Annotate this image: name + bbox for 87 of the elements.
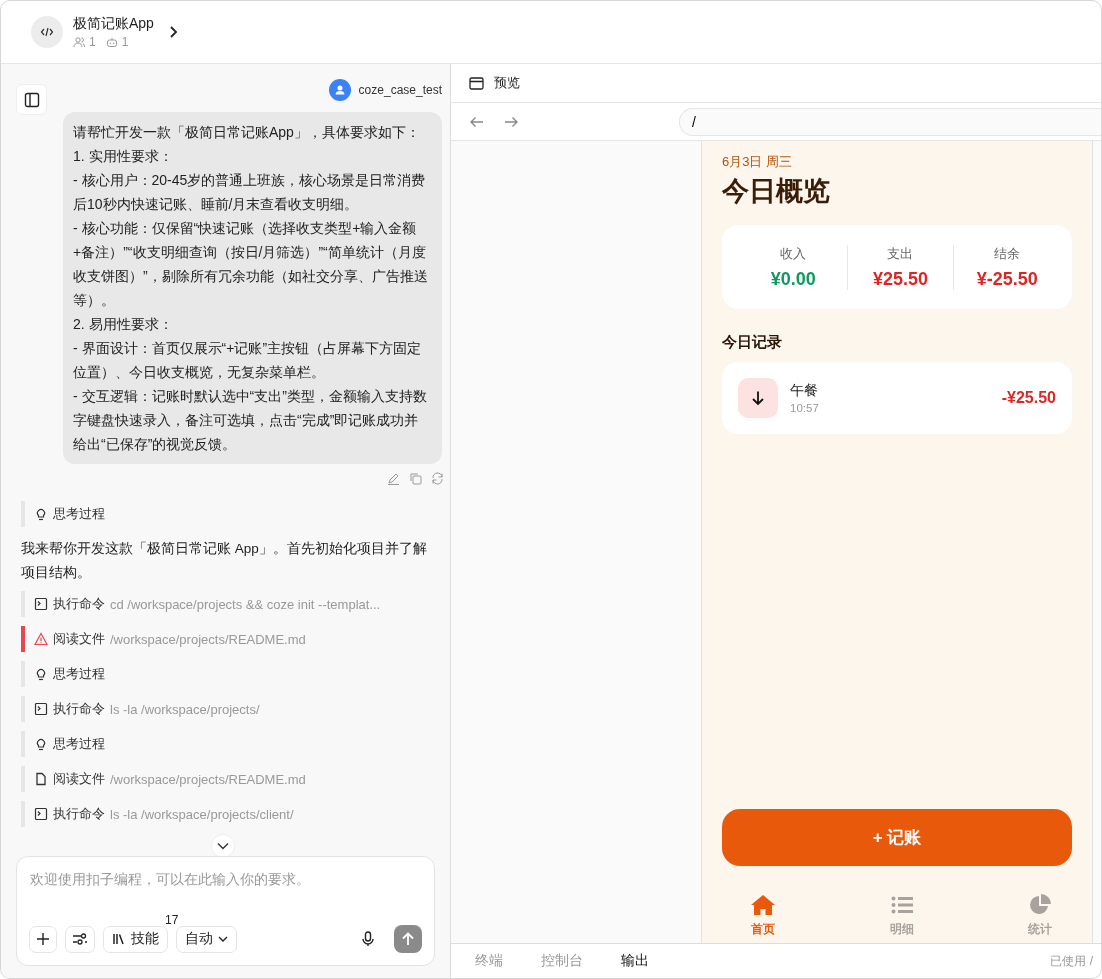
step-label: 阅读文件 [53, 630, 105, 648]
message-text: 1. 实用性要求： [73, 147, 174, 166]
step-detail: ls -la /workspace/projects/client/ [110, 806, 294, 822]
panel-tab[interactable]: 输出 [621, 952, 649, 970]
chevron-right-icon[interactable] [167, 25, 178, 39]
lightbulb-icon [34, 737, 48, 751]
microphone-icon[interactable] [362, 931, 374, 947]
step-item[interactable]: 思考过程 [21, 501, 430, 527]
scroll-down-button[interactable] [211, 834, 235, 858]
record-name: 午餐 [790, 382, 819, 400]
terminal-icon [34, 702, 48, 716]
message-text: 2. 易用性要求： [73, 315, 174, 334]
record-amount: -¥25.50 [1001, 389, 1056, 407]
reply-text: 我来帮你开发这款「极简日常记账 App」。首先初始化项目并了解项目结构。 [21, 540, 428, 582]
step-detail: /workspace/projects/README.md [110, 631, 306, 647]
record-time: 10:57 [790, 402, 820, 414]
step-label: 思考过程 [53, 665, 105, 683]
step-label: 执行命令 [53, 595, 105, 613]
terminal-icon [34, 807, 48, 821]
skills-button[interactable]: 技能 [103, 925, 168, 953]
lightbulb-icon [34, 667, 48, 681]
step-item[interactable]: 思考过程 [21, 661, 430, 687]
message-text: 请帮忙开发一款「极简日常记账App」，具体要求如下： [73, 123, 421, 142]
arrow-up-icon [401, 932, 415, 946]
browser-window-icon [469, 76, 484, 90]
step-item[interactable]: 执行命令 cd /workspace/projects && coze init --templat... [21, 591, 430, 617]
page-title: 今日概览 [722, 175, 831, 208]
step-item[interactable]: 思考过程 [21, 731, 430, 757]
step-item[interactable]: 阅读文件 /workspace/projects/README.md [21, 766, 430, 792]
step-label: 思考过程 [53, 735, 105, 753]
sliders-icon [72, 932, 88, 946]
people-icon [73, 36, 85, 48]
summary-label: 收入 [780, 244, 807, 263]
chat-input-field[interactable]: 欢迎使用扣子编程，可以在此输入你的要求。 技能 17 自动 [16, 856, 435, 966]
summary-value: ¥0.00 [770, 268, 816, 290]
step-label: 执行命令 [53, 700, 105, 718]
warning-icon [34, 632, 48, 646]
add-record-button[interactable]: + 记账 [722, 809, 1072, 866]
summary-label: 结余 [994, 244, 1021, 263]
step-item[interactable]: 执行命令 ls -la /workspace/projects/client/ [21, 801, 430, 827]
step-label: 阅读文件 [53, 770, 105, 788]
step-item[interactable]: 阅读文件 /workspace/projects/README.md [21, 626, 430, 652]
project-title: 极简记账App [73, 15, 154, 33]
plus-icon [36, 932, 50, 946]
sidebar-toggle-icon[interactable] [16, 84, 47, 115]
back-arrow-icon[interactable] [469, 115, 484, 128]
avatar-icon [328, 79, 351, 101]
send-button[interactable] [394, 925, 422, 953]
edit-icon[interactable] [387, 472, 400, 485]
message-text: - 界面设计：首页仅展示“+记账”主按钮（占屏幕下方固定位置）、今日收支概览，无复杂菜单栏。 [73, 339, 423, 382]
summary-value: ¥-25.50 [976, 268, 1038, 290]
message-text: - 核心功能：仅保留“快速记账（选择收支类型+输入金额+备注）”“收支明细查询（按日/月筛选）”“简单统计（月度收支饼图）”，剔除所有冗余功能（如社交分享、广告推送等）。 [73, 219, 429, 310]
terminal-icon [34, 597, 48, 611]
usage-text: 已使用 / [1050, 952, 1093, 970]
home-icon [750, 894, 776, 916]
step-detail: /workspace/projects/README.md [110, 771, 306, 787]
skills-count: 17 [165, 913, 179, 927]
member-count: 1 [89, 35, 96, 49]
message-text: - 核心用户：20-45岁的普通上班族，核心场景是日常消费后10秒内快速记账、睡前/月末查看收支明细。 [73, 171, 427, 214]
step-item[interactable]: 执行命令 ls -la /workspace/projects/ [21, 696, 430, 722]
books-icon [112, 932, 126, 946]
summary-value: ¥25.50 [872, 268, 928, 290]
forward-arrow-icon[interactable] [504, 115, 519, 128]
step-label: 思考过程 [53, 505, 105, 523]
step-label: 执行命令 [53, 805, 105, 823]
settings-button[interactable] [65, 925, 95, 953]
preview-tab[interactable]: 预览 [494, 74, 520, 92]
summary-label: 支出 [887, 244, 914, 263]
chevron-down-icon [217, 842, 229, 850]
pie-chart-icon [1029, 894, 1051, 916]
add-button[interactable] [29, 925, 57, 953]
url-field[interactable]: / [679, 107, 1101, 136]
list-icon [891, 894, 913, 916]
mode-dropdown[interactable]: 自动 [176, 925, 237, 953]
bot-count: 1 [121, 35, 129, 49]
file-icon [34, 772, 48, 786]
record-card[interactable]: 午餐 10:57 -¥25.50 [722, 362, 1072, 434]
message-text: - 交互逻辑：记账时默认选中“支出”类型，金额输入支持数字键盘快速录入，备注可选填，点击“完成”即记账成功并给出“已保存”的视觉反馈。 [73, 387, 428, 454]
section-title: 今日记录 [722, 333, 783, 352]
project-icon [31, 16, 63, 48]
date-label: 6月3日 周三 [722, 153, 794, 171]
caret-icon [218, 936, 228, 942]
step-detail: ls -la /workspace/projects/ [110, 701, 260, 717]
step-detail: cd /workspace/projects && coze init --templat... [110, 596, 381, 612]
robot-icon [105, 36, 118, 48]
user-name: coze_case_test [358, 83, 442, 97]
lightbulb-icon [34, 507, 48, 521]
